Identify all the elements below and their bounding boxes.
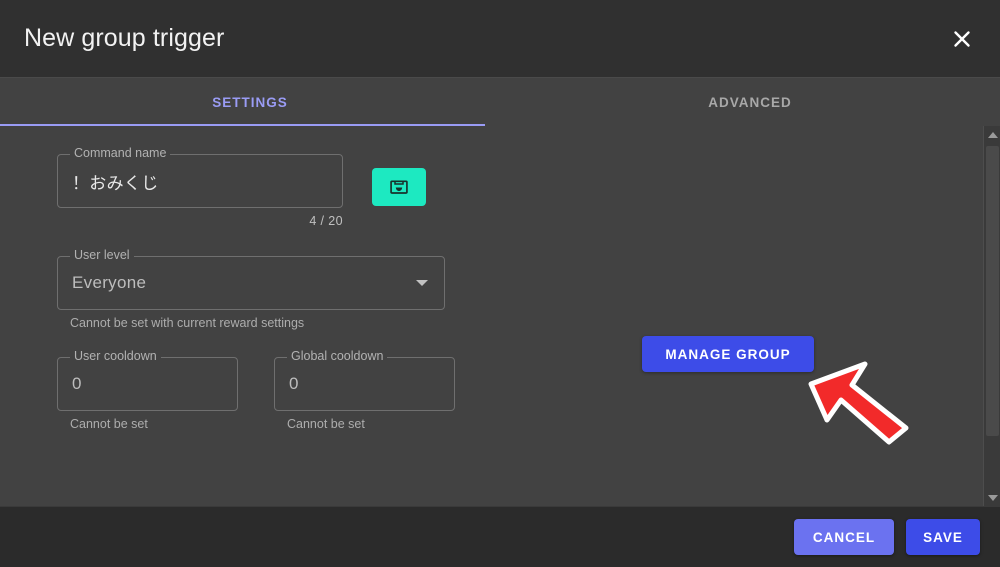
- user-cooldown-input[interactable]: User cooldown 0: [57, 350, 238, 411]
- user-level-field: User level Everyone Cannot be set with c…: [57, 249, 445, 330]
- manage-group-button[interactable]: MANAGE GROUP: [642, 336, 814, 372]
- global-cooldown-value: 0: [289, 374, 299, 393]
- tab-settings[interactable]: SETTINGS: [0, 78, 500, 126]
- user-cooldown-field: User cooldown 0 Cannot be set: [57, 350, 238, 431]
- scroll-up-button[interactable]: [984, 126, 1000, 143]
- user-level-label: User level: [70, 249, 134, 262]
- save-button[interactable]: SAVE: [906, 519, 980, 555]
- command-name-input[interactable]: Command name ！おみくじ: [57, 147, 343, 208]
- user-cooldown-value: 0: [72, 374, 82, 393]
- command-name-label: Command name: [70, 147, 171, 160]
- tab-bar: SETTINGS ADVANCED: [0, 78, 1000, 126]
- global-cooldown-help-text: Cannot be set: [287, 417, 365, 431]
- command-name-field: Command name ！おみくじ: [57, 147, 343, 208]
- dialog-body: Command name ！おみくじ 4 / 20 User level Eve…: [0, 126, 1000, 506]
- scrollbar-thumb[interactable]: [986, 146, 999, 436]
- user-level-help-text: Cannot be set with current reward settin…: [70, 316, 305, 330]
- close-button[interactable]: [942, 19, 982, 59]
- command-inbox-button[interactable]: [372, 168, 426, 206]
- mouse-cursor-arrow-icon: [805, 358, 915, 446]
- group-management-panel: MANAGE GROUP: [520, 126, 1000, 506]
- user-level-value: Everyone: [72, 273, 147, 292]
- dialog-footer: CANCEL SAVE: [0, 506, 1000, 567]
- command-name-field-group: Command name ！おみくじ 4 / 20: [57, 147, 343, 228]
- user-level-select[interactable]: User level Everyone: [57, 249, 445, 310]
- global-cooldown-field: Global cooldown 0 Cannot be set: [274, 350, 455, 431]
- cancel-button[interactable]: CANCEL: [794, 519, 894, 555]
- global-cooldown-label: Global cooldown: [287, 350, 388, 363]
- user-cooldown-label: User cooldown: [70, 350, 161, 363]
- vertical-scrollbar[interactable]: [983, 126, 1000, 506]
- close-icon: [952, 29, 972, 49]
- tab-advanced[interactable]: ADVANCED: [500, 78, 1000, 126]
- chevron-down-icon: [416, 280, 428, 286]
- cooldown-row: User cooldown 0 Cannot be set Global coo…: [57, 350, 520, 431]
- new-group-trigger-dialog: New group trigger SETTINGS ADVANCED Comm: [0, 0, 1000, 567]
- command-name-row: Command name ！おみくじ 4 / 20: [57, 147, 520, 228]
- inbox-icon: [389, 177, 409, 197]
- dialog-header: New group trigger: [0, 0, 1000, 78]
- user-cooldown-help-text: Cannot be set: [70, 417, 148, 431]
- scroll-up-arrow-icon: [987, 131, 998, 138]
- global-cooldown-input[interactable]: Global cooldown 0: [274, 350, 455, 411]
- settings-form: Command name ！おみくじ 4 / 20 User level Eve…: [0, 126, 520, 431]
- scroll-down-button[interactable]: [984, 489, 1000, 506]
- scroll-down-arrow-icon: [987, 494, 998, 501]
- command-name-character-counter: 4 / 20: [309, 214, 343, 228]
- command-name-value: ！おみくじ: [72, 173, 159, 193]
- page-title: New group trigger: [24, 24, 225, 52]
